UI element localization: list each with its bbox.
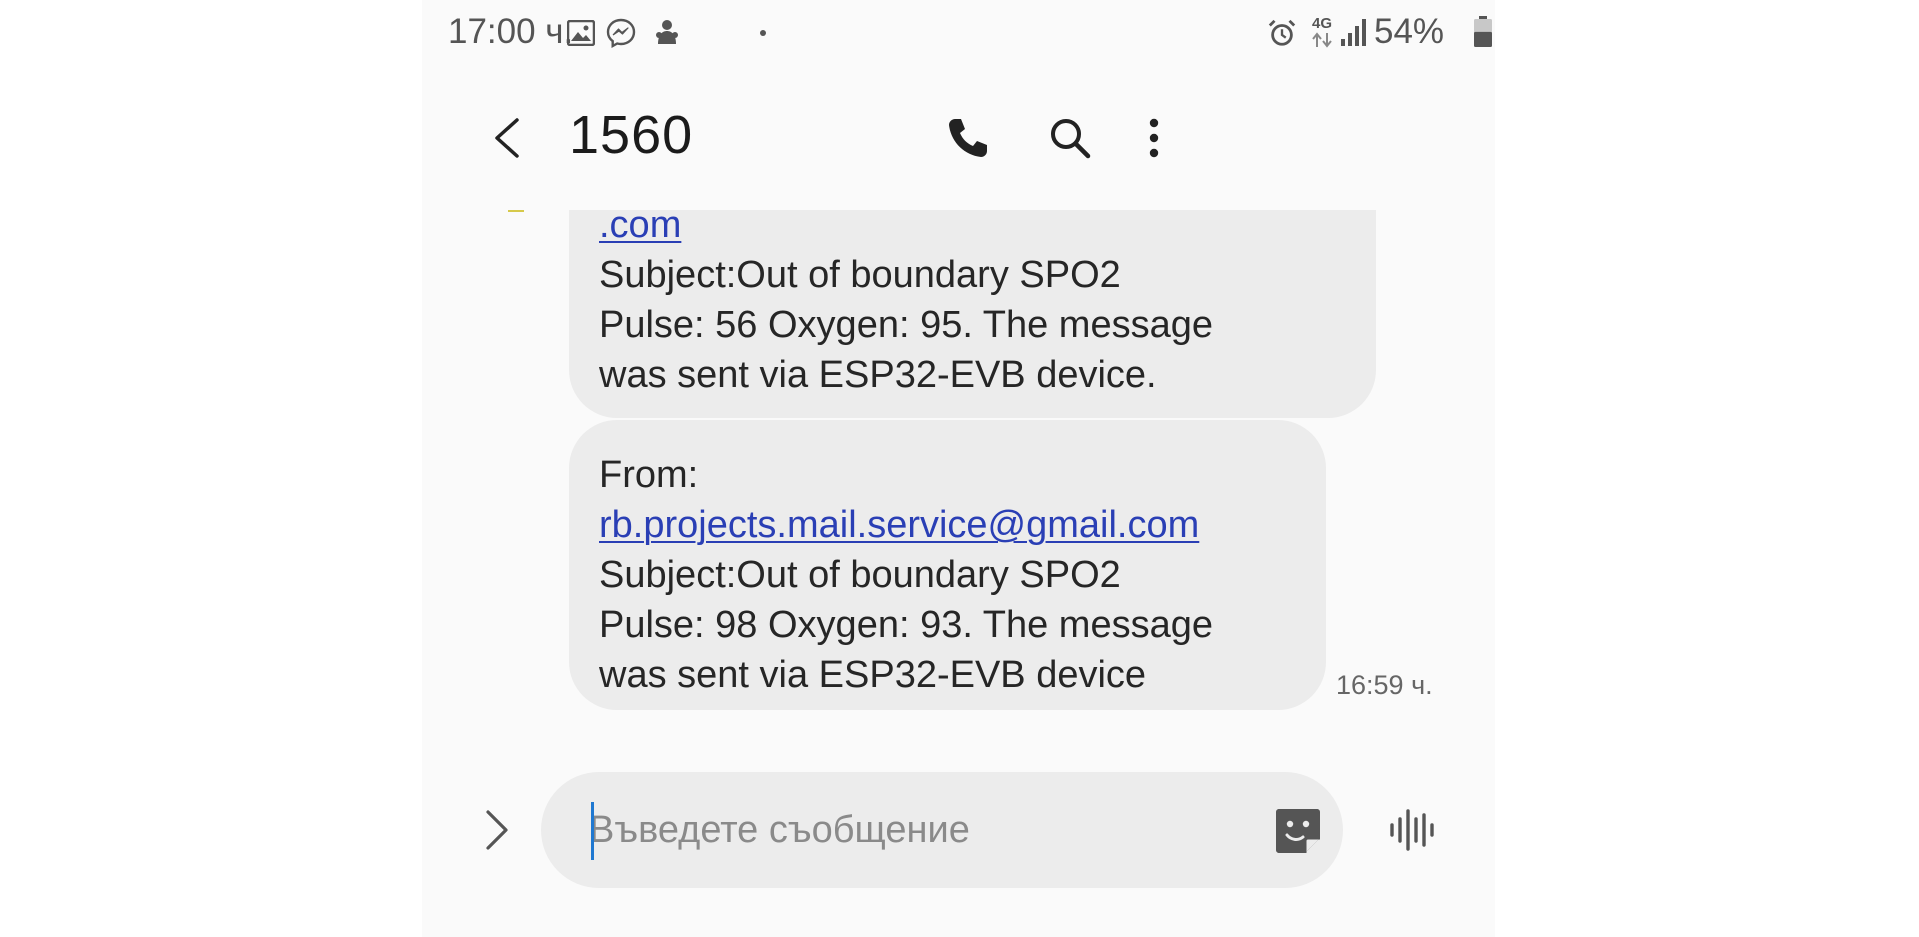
conversation-title: 1560: [569, 105, 694, 165]
call-button[interactable]: [938, 108, 998, 168]
voice-input-button[interactable]: [1382, 800, 1442, 860]
message-line: From:: [599, 454, 699, 496]
message-line: Subject:Out of boundary SPO2: [599, 554, 1121, 596]
message-bubble[interactable]: .com Subject:Out of boundary SPO2 Pulse:…: [569, 210, 1376, 418]
notification-dot: [760, 30, 766, 36]
message-list[interactable]: .com Subject:Out of boundary SPO2 Pulse:…: [422, 210, 1495, 730]
expand-arrow-icon: [486, 810, 508, 850]
message-timestamp: 16:59 ч.: [1336, 670, 1433, 700]
app-notification-icon: [652, 18, 682, 48]
status-bar: 17:00 ч. 4G 54%: [422, 0, 1495, 66]
sticker-button[interactable]: [1273, 806, 1323, 856]
message-line: was sent via ESP32-EVB device.: [599, 354, 1157, 396]
message-line: Pulse: 56 Oxygen: 95. The message: [599, 304, 1213, 346]
text-caret: [591, 802, 594, 860]
message-line: Pulse: 98 Oxygen: 93. The message: [599, 604, 1213, 646]
message-input[interactable]: [589, 798, 1229, 862]
network-label: 4G: [1311, 15, 1332, 32]
messaging-app: 17:00 ч. 4G 54% 1560 .com Subject:Out of…: [422, 0, 1495, 937]
status-time: 17:00 ч.: [448, 12, 574, 51]
search-icon: [1051, 119, 1091, 159]
battery-icon: [1473, 16, 1493, 48]
phone-icon: [949, 119, 987, 157]
signal-icon: [1338, 16, 1370, 48]
image-icon: [566, 18, 596, 48]
sender-indicator: [508, 210, 524, 212]
composer-bar: [422, 770, 1495, 890]
battery-percent: 54%: [1374, 12, 1445, 51]
messenger-icon: [606, 18, 636, 48]
email-link[interactable]: rb.projects.mail.service@gmail.com: [599, 500, 1296, 550]
message-line: was sent via ESP32-EVB device: [599, 654, 1147, 696]
email-link[interactable]: .com: [599, 210, 1346, 250]
more-options-button[interactable]: [1124, 108, 1184, 168]
message-line: Subject:Out of boundary SPO2: [599, 254, 1121, 296]
data-arrows-icon: [1312, 32, 1332, 48]
more-vertical-icon: [1149, 118, 1159, 158]
sticker-icon: [1276, 809, 1320, 853]
voice-input-icon: [1390, 809, 1434, 851]
conversation-header: 1560: [422, 90, 1495, 190]
back-arrow-icon: [495, 118, 519, 158]
network-indicator: 4G: [1308, 12, 1336, 52]
alarm-icon: [1267, 18, 1297, 48]
message-bubble[interactable]: From: rb.projects.mail.service@gmail.com…: [569, 420, 1326, 710]
expand-options-button[interactable]: [472, 800, 522, 860]
message-input-container[interactable]: [541, 772, 1343, 888]
search-button[interactable]: [1040, 108, 1100, 168]
back-button[interactable]: [482, 108, 532, 168]
